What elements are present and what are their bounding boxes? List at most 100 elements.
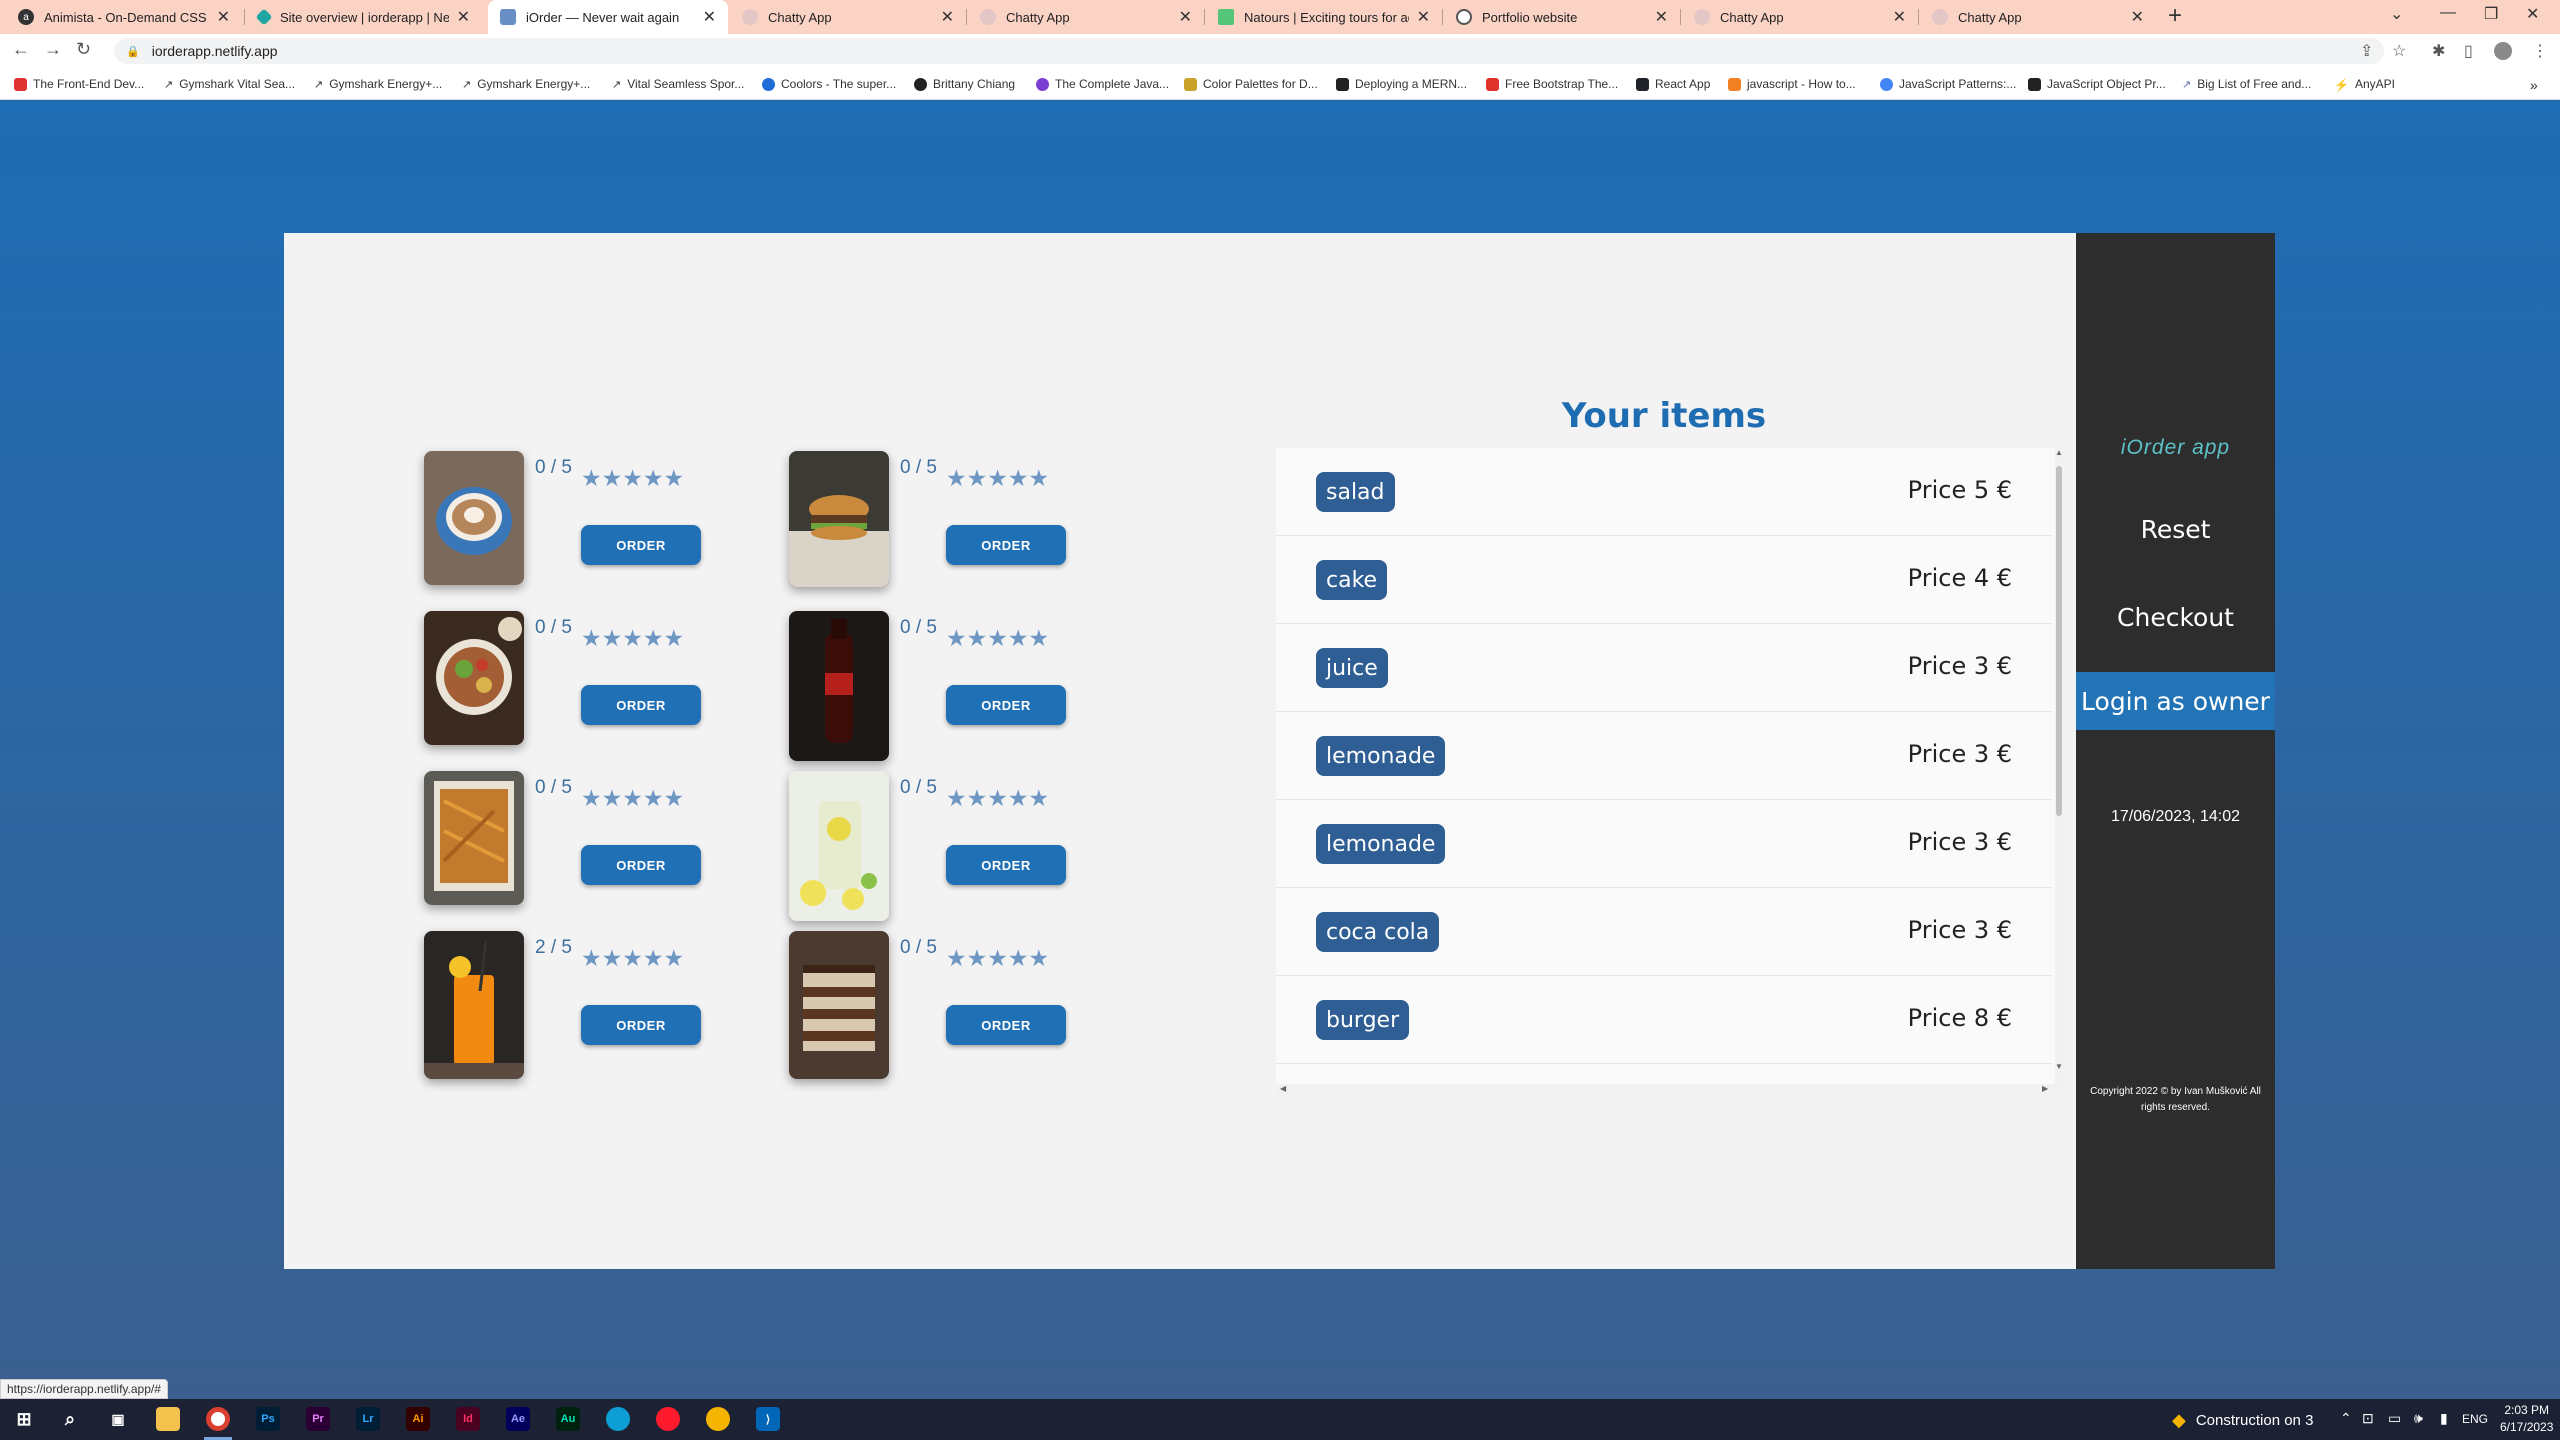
- reload-icon[interactable]: ↻: [76, 39, 91, 60]
- bookmark-item[interactable]: The Front-End Dev...: [14, 77, 144, 91]
- vscode-icon[interactable]: ⟩: [756, 1407, 780, 1431]
- order-button[interactable]: ORDER: [581, 845, 701, 885]
- close-tab-icon[interactable]: ✕: [457, 7, 470, 27]
- rating-stars[interactable]: ★★★★★: [581, 945, 684, 972]
- bookmark-item[interactable]: ↗ Big List of Free and...: [2182, 77, 2311, 91]
- lightroom-icon[interactable]: Lr: [356, 1407, 380, 1431]
- login-as-owner-button[interactable]: Login as owner: [2076, 672, 2275, 730]
- photoshop-icon[interactable]: Ps: [256, 1407, 280, 1431]
- close-tab-icon[interactable]: ✕: [1417, 7, 1430, 27]
- share-icon[interactable]: ⇪: [2360, 41, 2373, 61]
- rating-stars[interactable]: ★★★★★: [946, 945, 1049, 972]
- order-button[interactable]: ORDER: [946, 525, 1066, 565]
- browser-tab-active[interactable]: iOrder — Never wait again ✕: [488, 0, 728, 34]
- file-explorer-icon[interactable]: [156, 1407, 180, 1431]
- display-icon[interactable]: ▭: [2388, 1410, 2401, 1427]
- scroll-left-icon[interactable]: ◀: [1280, 1084, 1286, 1093]
- bookmark-item[interactable]: React App: [1636, 77, 1710, 91]
- bookmark-item[interactable]: ↗ Gymshark Vital Sea...: [164, 77, 295, 91]
- bookmarks-overflow-icon[interactable]: »: [2530, 77, 2538, 93]
- edge-icon[interactable]: [606, 1407, 630, 1431]
- bookmark-item[interactable]: Brittany Chiang: [914, 77, 1015, 91]
- bookmark-item[interactable]: JavaScript Object Pr...: [2028, 77, 2166, 91]
- tray-overflow-icon[interactable]: ⌃: [2340, 1410, 2352, 1427]
- browser-tab[interactable]: Chatty App ✕: [1920, 0, 2156, 34]
- browser-tab[interactable]: Natours | Exciting tours for adve ✕: [1206, 0, 1442, 34]
- network-icon[interactable]: ⊡: [2362, 1410, 2374, 1427]
- back-icon[interactable]: ←: [12, 39, 30, 60]
- scroll-right-icon[interactable]: ▶: [2042, 1084, 2048, 1093]
- opera-icon[interactable]: [656, 1407, 680, 1431]
- order-button[interactable]: ORDER: [946, 685, 1066, 725]
- chrome-canary-icon[interactable]: [706, 1407, 730, 1431]
- minimize-icon[interactable]: —: [2440, 4, 2456, 22]
- close-tab-icon[interactable]: ✕: [703, 7, 716, 27]
- system-clock[interactable]: 2:03 PM 6/17/2023: [2500, 1402, 2553, 1436]
- weather-widget[interactable]: ◆ Construction on 3: [2172, 1410, 2313, 1431]
- close-tab-icon[interactable]: ✕: [941, 7, 954, 27]
- browser-tab[interactable]: Chatty App ✕: [1682, 0, 1918, 34]
- browser-tab[interactable]: Portfolio website ✕: [1444, 0, 1680, 34]
- bookmark-item[interactable]: JavaScript Patterns:...: [1880, 77, 2016, 91]
- language-indicator[interactable]: ENG: [2462, 1412, 2488, 1426]
- cart-list[interactable]: salad Price 5 € cake Price 4 € juice Pri…: [1276, 448, 2063, 1094]
- battery-icon[interactable]: ▮: [2440, 1410, 2448, 1427]
- rating-stars[interactable]: ★★★★★: [581, 785, 684, 812]
- profile-avatar-icon[interactable]: [2494, 42, 2512, 60]
- rating-stars[interactable]: ★★★★★: [946, 465, 1049, 492]
- bookmark-item[interactable]: Free Bootstrap The...: [1486, 77, 1618, 91]
- audition-icon[interactable]: Au: [556, 1407, 580, 1431]
- close-window-icon[interactable]: ✕: [2526, 4, 2539, 24]
- forward-icon[interactable]: →: [44, 39, 62, 60]
- order-button[interactable]: ORDER: [581, 1005, 701, 1045]
- bookmark-star-icon[interactable]: ☆: [2392, 41, 2406, 61]
- bookmark-item[interactable]: Deploying a MERN...: [1336, 77, 1467, 91]
- extensions-icon[interactable]: ✱: [2432, 41, 2445, 61]
- tab-search-icon[interactable]: ⌄: [2390, 4, 2403, 24]
- side-panel-icon[interactable]: ▯: [2464, 41, 2473, 61]
- premiere-icon[interactable]: Pr: [306, 1407, 330, 1431]
- bookmark-item[interactable]: ⚡ AnyAPI: [2334, 77, 2395, 92]
- bookmark-item[interactable]: The Complete Java...: [1036, 77, 1169, 91]
- search-icon[interactable]: ⌕: [58, 1407, 82, 1431]
- illustrator-icon[interactable]: Ai: [406, 1407, 430, 1431]
- scroll-down-icon[interactable]: ▼: [2055, 1062, 2063, 1071]
- bookmark-item[interactable]: Color Palettes for D...: [1184, 77, 1318, 91]
- close-tab-icon[interactable]: ✕: [1655, 7, 1668, 27]
- task-view-icon[interactable]: ▣: [106, 1407, 130, 1431]
- browser-tab[interactable]: Chatty App ✕: [968, 0, 1204, 34]
- scroll-up-icon[interactable]: ▲: [2055, 448, 2063, 457]
- bookmark-item[interactable]: javascript - How to...: [1728, 77, 1856, 91]
- menu-kebab-icon[interactable]: ⋮: [2532, 41, 2548, 61]
- bookmark-item[interactable]: Coolors - The super...: [762, 77, 896, 91]
- checkout-button[interactable]: Checkout: [2076, 588, 2275, 646]
- bookmark-item[interactable]: ↗ Gymshark Energy+...: [314, 77, 442, 91]
- vertical-scrollbar[interactable]: ▲ ▼: [2055, 448, 2063, 1094]
- close-tab-icon[interactable]: ✕: [1179, 7, 1192, 27]
- bookmark-item[interactable]: ↗ Gymshark Energy+...: [462, 77, 590, 91]
- address-bar[interactable]: 🔒 iorderapp.netlify.app: [114, 38, 2384, 64]
- rating-stars[interactable]: ★★★★★: [581, 465, 684, 492]
- restore-icon[interactable]: ❐: [2484, 4, 2498, 24]
- order-button[interactable]: ORDER: [946, 1005, 1066, 1045]
- browser-tab[interactable]: a Animista - On-Demand CSS Anim ✕: [6, 0, 242, 34]
- scrollbar-thumb[interactable]: [2056, 466, 2062, 816]
- rating-stars[interactable]: ★★★★★: [581, 625, 684, 652]
- close-tab-icon[interactable]: ✕: [1893, 7, 1906, 27]
- order-button[interactable]: ORDER: [581, 685, 701, 725]
- chrome-icon[interactable]: [206, 1407, 230, 1431]
- windows-start-icon[interactable]: ⊞: [12, 1407, 36, 1431]
- close-tab-icon[interactable]: ✕: [2131, 7, 2144, 27]
- after-effects-icon[interactable]: Ae: [506, 1407, 530, 1431]
- volume-icon[interactable]: 🕪: [2414, 1410, 2423, 1427]
- horizontal-scrollbar[interactable]: ◀ ▶: [1276, 1084, 2055, 1094]
- reset-button[interactable]: Reset: [2076, 500, 2275, 558]
- rating-stars[interactable]: ★★★★★: [946, 785, 1049, 812]
- order-button[interactable]: ORDER: [581, 525, 701, 565]
- order-button[interactable]: ORDER: [946, 845, 1066, 885]
- rating-stars[interactable]: ★★★★★: [946, 625, 1049, 652]
- browser-tab[interactable]: Site overview | iorderapp | Netlify ✕: [246, 0, 482, 34]
- close-tab-icon[interactable]: ✕: [217, 7, 230, 27]
- browser-tab[interactable]: Chatty App ✕: [730, 0, 966, 34]
- bookmark-item[interactable]: ↗ Vital Seamless Spor...: [612, 77, 744, 91]
